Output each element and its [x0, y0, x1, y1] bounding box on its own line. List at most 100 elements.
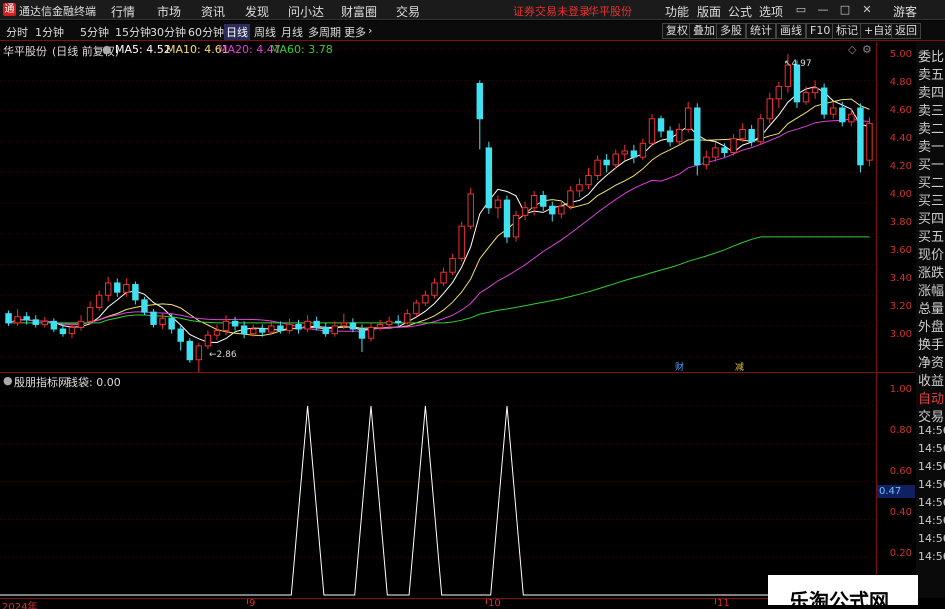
overlay-button[interactable]: 叠加: [689, 23, 719, 39]
side-item[interactable]: 买四: [918, 208, 944, 227]
side-item[interactable]: 卖三: [918, 100, 944, 119]
candle: [621, 144, 628, 161]
candle: [186, 338, 193, 363]
trade-time: 14:56: [918, 532, 945, 545]
candle-body: [866, 122, 873, 161]
candle-body: [150, 311, 157, 325]
candle: [213, 324, 221, 340]
candle: [866, 117, 873, 167]
tab-multi-period[interactable]: 多周期: [308, 24, 341, 40]
price-chart-panel[interactable]: 华平股份 (日线 前复权) ● MA5: 4.52 MA10: 4.61 MA2…: [0, 42, 876, 379]
candle-body: [114, 282, 121, 293]
date-tick: 10: [488, 598, 501, 609]
side-item[interactable]: 换手: [918, 334, 944, 353]
side-item[interactable]: 收益: [918, 370, 944, 389]
candle-body: [59, 328, 67, 335]
login-notice[interactable]: 证券交易未登录: [513, 3, 590, 19]
minimize-icon[interactable]: —: [812, 0, 834, 20]
candle-body: [558, 205, 565, 215]
candle-body: [105, 282, 112, 296]
candle-body: [685, 107, 692, 130]
menu-item-formula[interactable]: 公式: [728, 3, 752, 20]
tab-daily[interactable]: 日线: [224, 24, 250, 40]
settings-circle-icon[interactable]: ●: [102, 43, 112, 56]
tab-5min[interactable]: 5分钟: [80, 24, 109, 40]
menu-item-options[interactable]: 选项: [759, 3, 783, 20]
restore-icon[interactable]: ▭: [790, 0, 812, 20]
indicator-tick: 0.60: [889, 466, 912, 477]
watermark-title: 乐淘公式网: [789, 589, 889, 609]
more-chevron-icon[interactable]: ›: [368, 24, 372, 37]
side-item[interactable]: 委比: [918, 46, 944, 65]
mark-button[interactable]: 标记: [832, 23, 862, 39]
multi-stock-button[interactable]: 多股: [716, 23, 746, 39]
settings-icon[interactable]: ⚙: [862, 43, 872, 56]
price-tick: 4.60: [889, 105, 912, 116]
menu-item-wealth[interactable]: 财富圈: [341, 3, 377, 20]
menu-item-ask[interactable]: 问小达: [288, 3, 324, 20]
guest-label[interactable]: 游客: [893, 3, 917, 20]
side-item[interactable]: 卖四: [918, 82, 944, 101]
tab-1min[interactable]: 1分钟: [35, 24, 64, 40]
trade-time: 14:56: [918, 514, 945, 527]
menu-item-market[interactable]: 市场: [157, 3, 181, 20]
candle-body: [521, 207, 529, 216]
indicator-chart[interactable]: [0, 373, 876, 598]
maximize-icon[interactable]: □: [834, 0, 856, 20]
adjust-button[interactable]: 复权: [662, 23, 692, 39]
tab-monthly[interactable]: 月线: [281, 24, 303, 40]
candle-body: [857, 107, 864, 166]
menu-item-news[interactable]: 资讯: [201, 3, 225, 20]
side-item[interactable]: 买二: [918, 172, 944, 191]
side-item[interactable]: 涨跌: [918, 262, 944, 281]
statistics-button[interactable]: 统计: [746, 23, 776, 39]
candle: [349, 318, 357, 333]
tab-more[interactable]: 更多: [344, 24, 366, 40]
candle-body: [123, 284, 130, 293]
close-icon[interactable]: ✕: [856, 0, 878, 20]
side-item[interactable]: 买一: [918, 154, 944, 173]
candle: [594, 155, 601, 181]
side-item[interactable]: 净资: [918, 352, 944, 371]
tab-weekly[interactable]: 周线: [254, 24, 276, 40]
menu-item-discover[interactable]: 发现: [245, 3, 269, 20]
menu-item-trade[interactable]: 交易: [396, 3, 420, 20]
candle: [422, 290, 429, 306]
side-item[interactable]: 现价: [918, 244, 944, 263]
side-item[interactable]: 买三: [918, 190, 944, 209]
candle-body: [467, 193, 474, 227]
trade-item[interactable]: 交易: [918, 406, 944, 425]
side-item[interactable]: 外盘: [918, 316, 944, 335]
auto-trade-item[interactable]: 自动: [918, 388, 944, 407]
side-item[interactable]: 卖五: [918, 64, 944, 83]
indicator-panel[interactable]: ● 殷朋指标网 钱袋: 0.00: [0, 373, 876, 598]
stock-link[interactable]: 华平股份: [588, 3, 632, 19]
candle: [603, 154, 610, 173]
candle: [240, 321, 248, 339]
diamond-icon[interactable]: ◇: [848, 43, 856, 56]
menu-item-functions[interactable]: 功能: [665, 3, 689, 20]
draw-line-button[interactable]: 画线: [776, 23, 806, 39]
indicator-settings-icon[interactable]: ●: [3, 374, 13, 387]
tab-intraday[interactable]: 分时: [6, 24, 28, 40]
candle: [86, 301, 94, 325]
back-button[interactable]: 返回: [891, 23, 921, 39]
menu-item-layout[interactable]: 版面: [697, 3, 721, 20]
side-item[interactable]: 卖一: [918, 136, 944, 155]
side-item[interactable]: 总量: [918, 298, 944, 317]
candlestick-chart[interactable]: [0, 42, 876, 379]
candle: [14, 309, 21, 326]
menu-item-quotes[interactable]: 行情: [111, 3, 135, 20]
trade-time: 14:56: [918, 460, 945, 473]
tab-30min[interactable]: 30分钟: [150, 24, 186, 40]
candle-body: [277, 325, 284, 332]
side-item[interactable]: 买五: [918, 226, 944, 245]
candle-body: [612, 153, 619, 166]
candle-body: [621, 150, 628, 155]
tab-15min[interactable]: 15分钟: [115, 24, 151, 40]
tab-60min[interactable]: 60分钟: [188, 24, 224, 40]
candle: [512, 210, 520, 242]
f10-button[interactable]: F10: [806, 23, 835, 39]
side-item[interactable]: 涨幅: [918, 280, 944, 299]
side-item[interactable]: 卖二: [918, 118, 944, 137]
